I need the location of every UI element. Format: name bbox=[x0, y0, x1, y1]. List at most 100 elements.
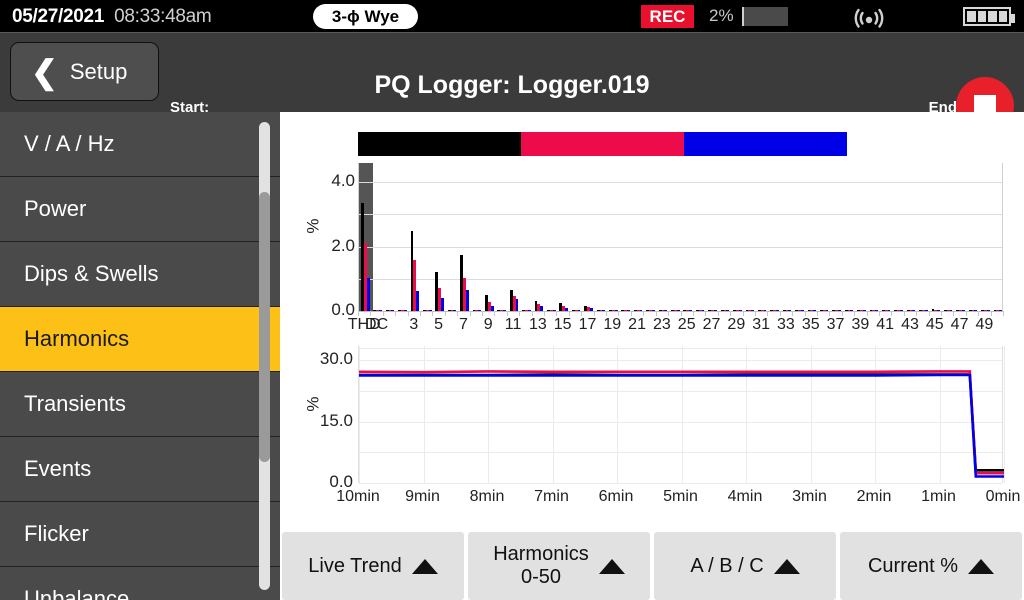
sidebar-item-events[interactable]: Events bbox=[0, 437, 280, 502]
x-axis-tick-label: 33 bbox=[777, 316, 795, 334]
toolbar-button-line1: Live Trend bbox=[308, 555, 401, 578]
thd-badge-b bbox=[521, 132, 684, 156]
memory-bar-fill bbox=[742, 7, 744, 26]
x-axis-tick-label: 3 bbox=[409, 316, 418, 334]
x-axis-tick-label: 19 bbox=[603, 316, 621, 334]
page-title: PQ Logger: Logger.019 bbox=[0, 71, 1024, 100]
x-axis-tick-label: 41 bbox=[876, 316, 894, 334]
sidebar-item-label: Harmonics bbox=[24, 326, 129, 352]
gridline bbox=[359, 214, 1002, 215]
toolbar-button-harmonics[interactable]: Harmonics0-50 bbox=[468, 532, 650, 600]
harmonic-bar-group bbox=[460, 255, 469, 311]
x-axis-tick-label: 39 bbox=[851, 316, 869, 334]
x-axis-tick-label: 5min bbox=[663, 488, 698, 506]
trend-line-a bbox=[359, 375, 1004, 471]
toolbar-button-current[interactable]: Current % bbox=[840, 532, 1022, 600]
sidebar-item-label: Power bbox=[24, 196, 86, 222]
thd-badge-a bbox=[358, 132, 521, 156]
x-axis-tick-label: 31 bbox=[752, 316, 770, 334]
harmonic-bar-group bbox=[411, 231, 420, 311]
x-axis-tick-label: DC bbox=[365, 316, 388, 334]
toolbar-button-live-trend[interactable]: Live Trend bbox=[282, 532, 464, 600]
y-axis-tick-label: 2.0 bbox=[331, 236, 355, 256]
x-axis-tick-label: 49 bbox=[975, 316, 993, 334]
thd-summary-row bbox=[358, 132, 847, 156]
caret-up-icon bbox=[599, 559, 625, 574]
sidebar-item-label: Dips & Swells bbox=[24, 261, 158, 287]
x-axis-tick bbox=[470, 311, 471, 316]
harmonics-plot-area bbox=[358, 163, 1003, 311]
sidebar-scrollbar-thumb[interactable] bbox=[259, 192, 270, 462]
wiring-config-pill[interactable]: 3-ϕ Wye bbox=[313, 4, 418, 29]
caret-up-icon bbox=[774, 559, 800, 574]
x-axis-tick-label: 0min bbox=[986, 488, 1021, 506]
sidebar-item-label: Transients bbox=[24, 391, 126, 417]
toolbar-button-line1: Harmonics bbox=[493, 543, 589, 566]
sidebar-item-v-a-hz[interactable]: V / A / Hz bbox=[0, 112, 280, 177]
memory-bar-track bbox=[742, 7, 788, 26]
pq-logger-app: 05/27/2021 08:33:48am 3-ϕ Wye REC 2% ❮ S… bbox=[0, 0, 1024, 600]
x-axis-tick-label: 2min bbox=[857, 488, 892, 506]
x-axis-tick-label: 13 bbox=[529, 316, 547, 334]
harmonic-bar-c bbox=[466, 290, 469, 311]
battery-icon bbox=[963, 7, 1011, 26]
x-axis-tick-label: 1min bbox=[921, 488, 956, 506]
x-axis-tick-label: 7 bbox=[459, 316, 468, 334]
live-trend-chart[interactable]: 0.015.030.0%10min9min8min7min6min5min4mi… bbox=[358, 346, 1003, 483]
status-badge: REC bbox=[641, 5, 694, 28]
gridline bbox=[359, 483, 1002, 484]
harmonic-bar-group bbox=[361, 203, 370, 311]
sidebar-item-flicker[interactable]: Flicker bbox=[0, 502, 280, 567]
x-axis-tick-label: 5 bbox=[434, 316, 443, 334]
x-axis-tick-label: 3min bbox=[792, 488, 827, 506]
trend-series-layer bbox=[359, 346, 1004, 483]
sidebar-item-label: Unbalance bbox=[24, 586, 129, 600]
toolbar-button-line1: Current % bbox=[868, 555, 958, 578]
x-axis-tick bbox=[1003, 311, 1004, 316]
x-axis-tick bbox=[420, 311, 421, 316]
y-axis-tick-label: 4.0 bbox=[331, 171, 355, 191]
toolbar-button-label: Current % bbox=[868, 555, 958, 578]
x-axis-tick-label: 43 bbox=[901, 316, 919, 334]
x-axis-tick-label: 29 bbox=[727, 316, 745, 334]
x-axis-tick-label: 17 bbox=[579, 316, 597, 334]
toolbar-button-line1: A / B / C bbox=[690, 555, 763, 578]
session-header: ❮ Setup PQ Logger: Logger.019 Start: Thu… bbox=[0, 33, 1024, 112]
trend-plot-area bbox=[358, 346, 1003, 483]
x-axis-tick-label: 4min bbox=[728, 488, 763, 506]
status-date: 05/27/2021 bbox=[12, 6, 104, 28]
toolbar-button-a-b-c[interactable]: A / B / C bbox=[654, 532, 836, 600]
trend-line-c bbox=[359, 375, 1004, 477]
x-axis-tick-label: 21 bbox=[628, 316, 646, 334]
sidebar-nav[interactable]: V / A / Hz Power Dips & Swells Harmonics Tra… bbox=[0, 112, 280, 600]
x-axis-tick bbox=[445, 311, 446, 316]
memory-percent-label: 2% bbox=[709, 6, 734, 26]
bottom-toolbar[interactable]: Live Trend Harmonics0-50 A / B / C Current … bbox=[280, 532, 1024, 600]
gridline bbox=[359, 279, 1002, 280]
toolbar-button-label: A / B / C bbox=[690, 555, 763, 578]
x-axis-tick-label: 23 bbox=[653, 316, 671, 334]
thd-badge-c bbox=[684, 132, 847, 156]
gridline bbox=[1004, 346, 1005, 483]
caret-up-icon bbox=[412, 559, 438, 574]
sidebar-item-power[interactable]: Power bbox=[0, 177, 280, 242]
x-axis-tick-label: 37 bbox=[827, 316, 845, 334]
sidebar-item-unbalance[interactable]: Unbalance bbox=[0, 567, 280, 600]
harmonics-bar-chart[interactable]: 0.02.04.0%THDDC3579111315171921232527293… bbox=[358, 163, 1003, 311]
caret-up-icon bbox=[968, 559, 994, 574]
harmonic-bar-group bbox=[510, 290, 519, 311]
sidebar-item-label: Flicker bbox=[24, 521, 89, 547]
sidebar-item-dips-swells[interactable]: Dips & Swells bbox=[0, 242, 280, 307]
toolbar-button-label: Live Trend bbox=[308, 555, 401, 578]
x-axis-tick-label: 10min bbox=[336, 488, 380, 506]
sidebar-item-transients[interactable]: Transients bbox=[0, 372, 280, 437]
y-axis-label: % bbox=[304, 396, 324, 411]
sidebar-item-harmonics[interactable]: Harmonics bbox=[0, 307, 280, 372]
x-axis-tick-label: 27 bbox=[703, 316, 721, 334]
main-panel: 0.02.04.0%THDDC3579111315171921232527293… bbox=[280, 112, 1024, 600]
gridline bbox=[359, 182, 1002, 183]
harmonic-bar-c bbox=[367, 278, 370, 311]
status-bar: 05/27/2021 08:33:48am 3-ϕ Wye REC 2% bbox=[0, 0, 1024, 33]
gridline bbox=[359, 247, 1002, 248]
y-axis-tick-label: 15.0 bbox=[320, 411, 353, 431]
